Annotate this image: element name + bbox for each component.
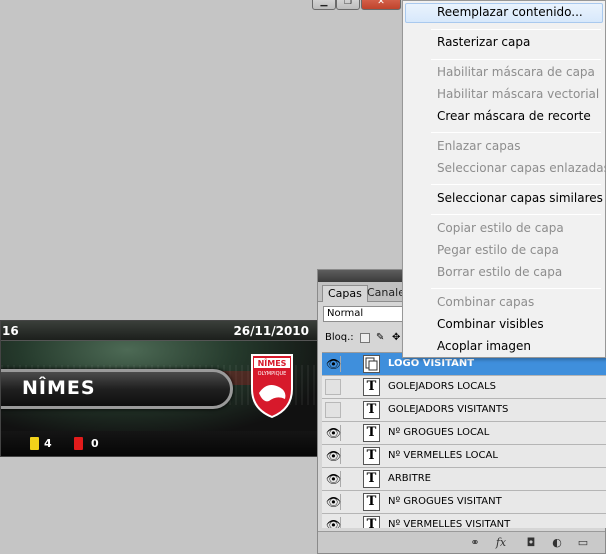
menu-item[interactable]: Rasterizar capa bbox=[437, 35, 530, 49]
layer-row[interactable]: T GOLEJADORS LOCALS bbox=[322, 376, 606, 399]
layer-row[interactable]: 👁 T Nº VERMELLES VISITANT bbox=[322, 514, 606, 528]
adjustment-icon[interactable]: ◐ bbox=[550, 536, 564, 550]
minimize-button[interactable]: ▁ bbox=[312, 0, 336, 10]
visibility-toggle[interactable] bbox=[325, 402, 341, 418]
maximize-icon: ❐ bbox=[343, 0, 353, 7]
layer-row[interactable]: 👁 T Nº GROGUES VISITANT bbox=[322, 491, 606, 514]
text-layer-icon: T bbox=[363, 424, 380, 442]
text-layer-icon: T bbox=[363, 493, 380, 511]
layer-row[interactable]: T GOLEJADORS VISITANTS bbox=[322, 399, 606, 422]
lock-transparent-icon[interactable] bbox=[360, 333, 370, 343]
mask-icon[interactable]: ◘ bbox=[524, 536, 538, 550]
menu-item[interactable]: Borrar estilo de capa bbox=[437, 265, 562, 279]
menu-item[interactable]: Enlazar capas bbox=[437, 139, 520, 153]
menu-item[interactable]: Crear máscara de recorte bbox=[437, 109, 591, 123]
eye-glyph: 👁 bbox=[326, 518, 342, 528]
fx-icon[interactable]: fx bbox=[494, 536, 508, 550]
layer-row[interactable]: 👁 T ARBITRE bbox=[322, 468, 606, 491]
menu-item[interactable]: Pegar estilo de capa bbox=[437, 243, 559, 257]
eye-icon[interactable]: 👁 bbox=[325, 471, 341, 487]
layer-name: ARBITRE bbox=[388, 473, 431, 484]
panel-bottom-bar: ⚭ fx ◘ ◐ ▭ bbox=[318, 531, 605, 553]
eye-glyph: 👁 bbox=[326, 449, 342, 463]
lock-paint-icon[interactable]: ✎ bbox=[376, 333, 386, 343]
crest-text: NÎMES bbox=[258, 357, 287, 368]
yellow-card-count: 4 bbox=[44, 437, 52, 450]
layer-name: GOLEJADORS LOCALS bbox=[388, 381, 496, 392]
folder-icon[interactable]: ▭ bbox=[576, 536, 590, 550]
menu-item[interactable]: Combinar visibles bbox=[437, 317, 544, 331]
eye-glyph: 👁 bbox=[326, 495, 342, 509]
eye-glyph: 👁 bbox=[326, 357, 342, 371]
match-date: 26/11/2010 bbox=[233, 324, 309, 338]
scoreboard-graphic: 16 26/11/2010 NÎMES NÎMES OLYMPIQUE 4 0 bbox=[0, 320, 318, 457]
menu-separator bbox=[431, 184, 601, 185]
menu-item[interactable]: Combinar capas bbox=[437, 295, 534, 309]
menu-separator bbox=[431, 132, 601, 133]
menu-item[interactable]: Acoplar imagen bbox=[437, 339, 531, 353]
smart-object-icon bbox=[363, 355, 380, 373]
menu-separator bbox=[431, 288, 601, 289]
text-layer-icon: T bbox=[363, 516, 380, 528]
menu-item[interactable]: Seleccionar capas similares bbox=[437, 191, 603, 205]
team-name-bar: NÎMES bbox=[1, 369, 233, 409]
eye-icon[interactable]: 👁 bbox=[325, 356, 341, 372]
team-name: NÎMES bbox=[22, 377, 96, 399]
eye-icon[interactable]: 👁 bbox=[325, 494, 341, 510]
layer-row[interactable]: 👁 T Nº GROGUES LOCAL bbox=[322, 422, 606, 445]
eye-glyph: 👁 bbox=[326, 472, 342, 486]
blend-mode-select[interactable]: Normal bbox=[323, 306, 403, 322]
layer-name: Nº GROGUES LOCAL bbox=[388, 427, 490, 438]
tab-capas[interactable]: Capas bbox=[322, 285, 368, 302]
eye-glyph: 👁 bbox=[326, 426, 342, 440]
menu-item[interactable]: Habilitar máscara vectorial bbox=[437, 87, 599, 101]
nimes-crest-icon: NÎMES OLYMPIQUE bbox=[251, 354, 293, 419]
layers-list: 👁 LOGO VISITANT T GOLEJADORS LOCALS T GOLEJAD… bbox=[322, 352, 606, 528]
menu-item[interactable]: Reemplazar contenido... bbox=[437, 5, 583, 19]
maximize-button[interactable]: ❐ bbox=[336, 0, 360, 10]
text-layer-icon: T bbox=[363, 378, 380, 396]
menu-item[interactable]: Habilitar máscara de capa bbox=[437, 65, 595, 79]
layer-name: Nº GROGUES VISITANT bbox=[388, 496, 502, 507]
visibility-toggle[interactable] bbox=[325, 379, 341, 395]
eye-icon[interactable]: 👁 bbox=[325, 425, 341, 441]
lock-label: Bloq.: bbox=[325, 332, 354, 343]
crest-subtext: OLYMPIQUE bbox=[258, 371, 287, 377]
text-layer-icon: T bbox=[363, 447, 380, 465]
link-icon[interactable]: ⚭ bbox=[468, 536, 482, 550]
round-label: 16 bbox=[2, 324, 19, 338]
eye-icon[interactable]: 👁 bbox=[325, 448, 341, 464]
eye-icon[interactable]: 👁 bbox=[325, 517, 341, 528]
menu-separator bbox=[431, 59, 601, 60]
red-card-count: 0 bbox=[91, 437, 99, 450]
layer-name: GOLEJADORS VISITANTS bbox=[388, 404, 509, 415]
close-button[interactable]: ✕ bbox=[361, 0, 401, 10]
text-layer-icon: T bbox=[363, 401, 380, 419]
lock-move-icon[interactable]: ✥ bbox=[392, 333, 402, 343]
menu-item[interactable]: Seleccionar capas enlazadas bbox=[437, 161, 606, 175]
layer-row[interactable]: 👁 T Nº VERMELLES LOCAL bbox=[322, 445, 606, 468]
layer-name: LOGO VISITANT bbox=[388, 358, 475, 369]
layer-context-menu: Reemplazar contenido... Rasterizar capa Ha… bbox=[402, 0, 606, 358]
menu-separator bbox=[431, 29, 601, 30]
layer-name: Nº VERMELLES VISITANT bbox=[388, 519, 511, 528]
layer-name: Nº VERMELLES LOCAL bbox=[388, 450, 498, 461]
text-layer-icon: T bbox=[363, 470, 380, 488]
menu-separator bbox=[431, 214, 601, 215]
red-card-icon bbox=[74, 437, 83, 450]
minimize-icon: ▁ bbox=[320, 0, 328, 7]
yellow-card-icon bbox=[30, 437, 39, 450]
close-icon: ✕ bbox=[377, 0, 385, 7]
menu-item[interactable]: Copiar estilo de capa bbox=[437, 221, 564, 235]
